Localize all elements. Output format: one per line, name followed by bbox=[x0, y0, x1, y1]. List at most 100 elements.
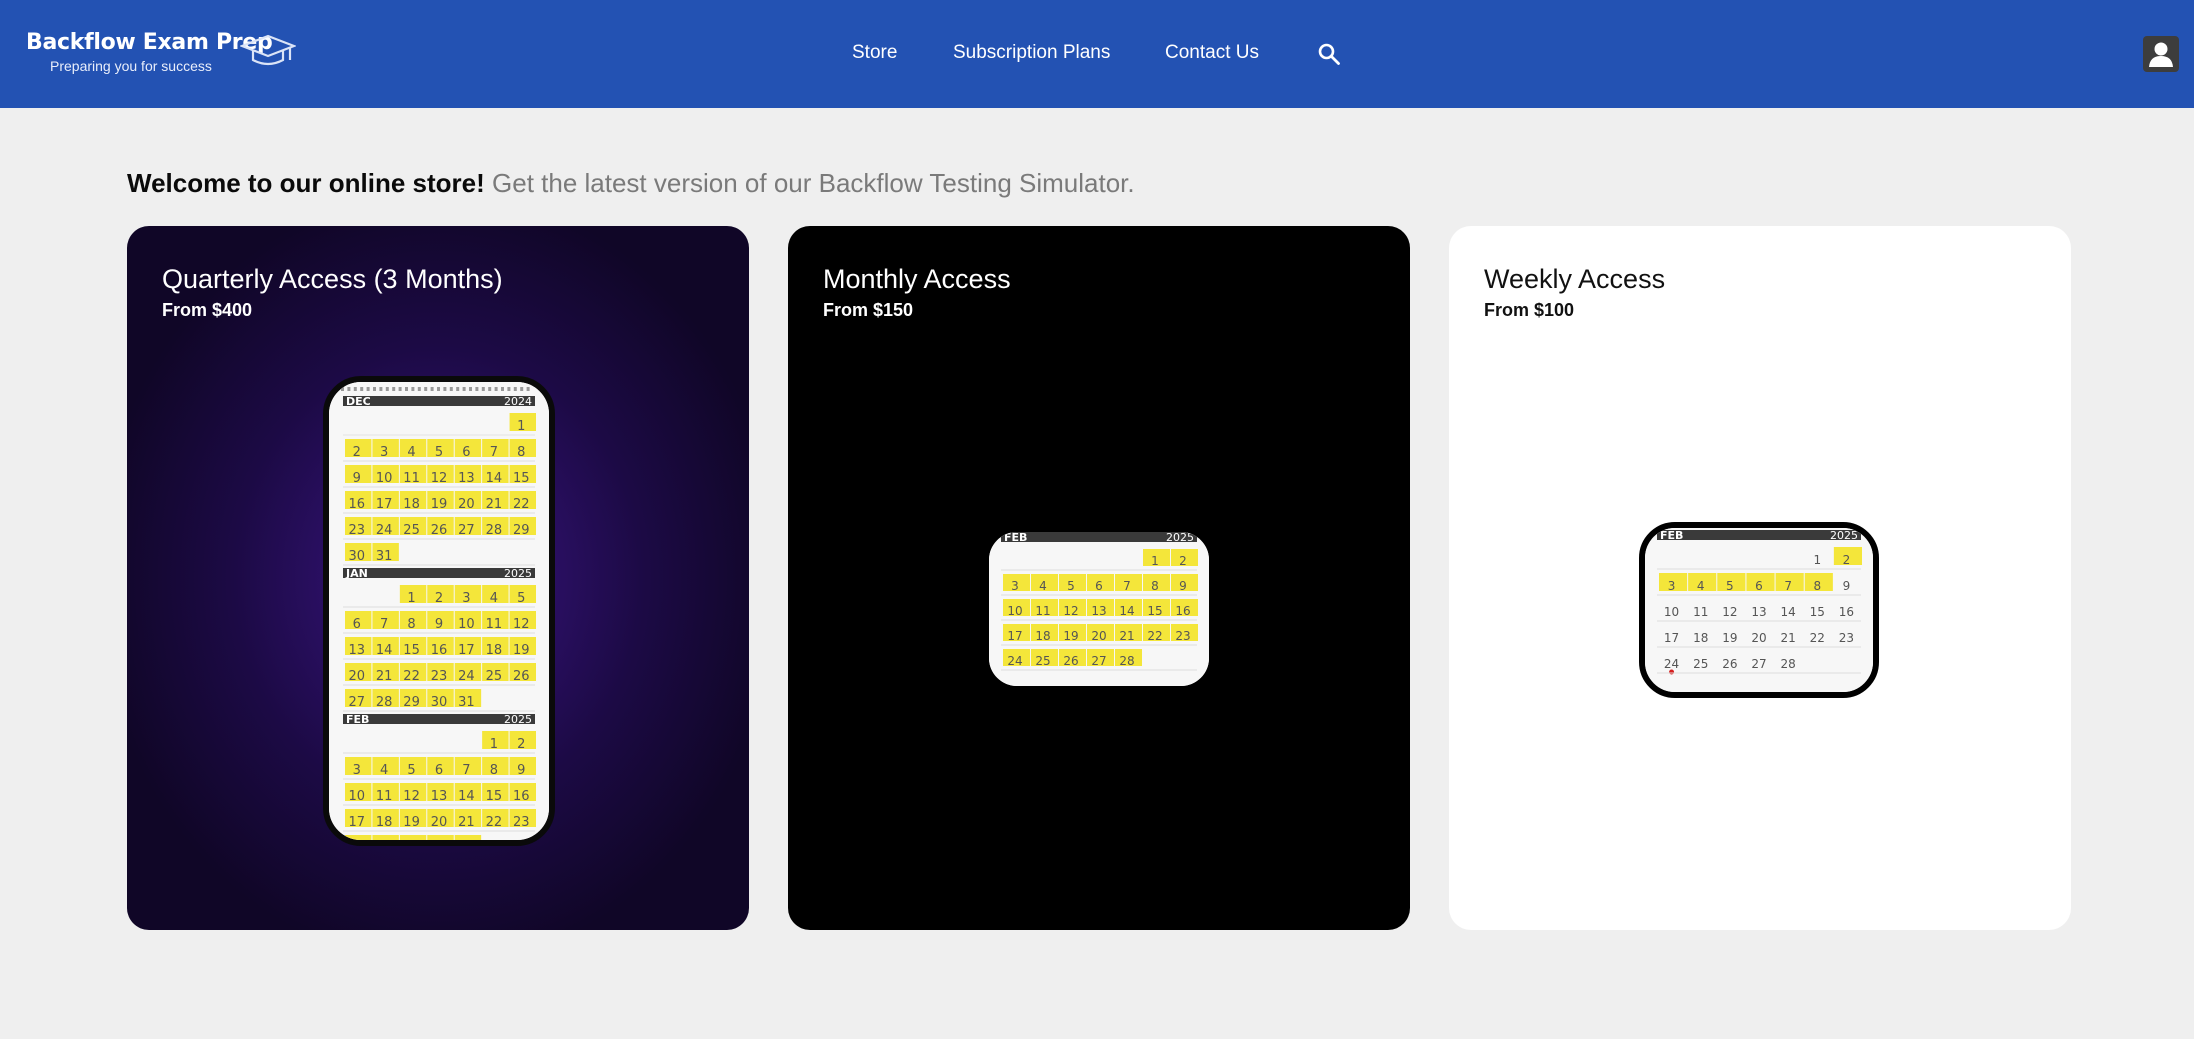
svg-text:17: 17 bbox=[1007, 629, 1022, 643]
svg-text:16: 16 bbox=[348, 497, 365, 512]
svg-text:6: 6 bbox=[1755, 579, 1763, 593]
svg-text:21: 21 bbox=[1119, 629, 1134, 643]
svg-text:24: 24 bbox=[458, 669, 475, 684]
nav-store[interactable]: Store bbox=[852, 42, 897, 64]
svg-text:10: 10 bbox=[348, 789, 365, 804]
svg-text:21: 21 bbox=[376, 669, 393, 684]
svg-text:7: 7 bbox=[1123, 579, 1131, 593]
svg-text:8: 8 bbox=[407, 617, 415, 632]
svg-text:5: 5 bbox=[1067, 579, 1075, 593]
nav-contact-us[interactable]: Contact Us bbox=[1165, 42, 1259, 64]
svg-text:2: 2 bbox=[1843, 553, 1851, 567]
search-icon[interactable] bbox=[1317, 42, 1341, 66]
svg-text:23: 23 bbox=[513, 815, 530, 830]
calendar-image: FEB 20251 23 4 5 6 7 8 910 11 12 13 14 15 1617 18 19 20 21… bbox=[989, 532, 1209, 686]
svg-text:13: 13 bbox=[458, 471, 475, 486]
svg-text:11: 11 bbox=[1035, 604, 1050, 618]
svg-text:22: 22 bbox=[1147, 629, 1162, 643]
calendar-phone-image: DEC 2024 1 2 3 4 5 6 7 8 9 10 11 12 13 14 15 16 17 18 19 20 21… bbox=[323, 376, 555, 846]
svg-text:18: 18 bbox=[403, 497, 420, 512]
svg-text:29: 29 bbox=[513, 523, 530, 538]
calendar-image: DEC 202412 3 4 5 6 7 89 10 11 12 13 14 1516 17 18 19 20 21… bbox=[329, 382, 549, 840]
svg-text:30: 30 bbox=[431, 695, 448, 710]
svg-text:1: 1 bbox=[1151, 554, 1159, 568]
svg-text:27: 27 bbox=[1751, 657, 1766, 671]
svg-text:22: 22 bbox=[403, 669, 420, 684]
svg-text:23: 23 bbox=[1175, 629, 1190, 643]
svg-text:28: 28 bbox=[1781, 657, 1796, 671]
product-card-monthly[interactable]: Monthly Access From $150 FEB 2025 1 2 3 4 5 6 7 8… bbox=[788, 226, 1410, 930]
svg-text:18: 18 bbox=[376, 815, 393, 830]
svg-text:9: 9 bbox=[435, 617, 443, 632]
svg-text:18: 18 bbox=[486, 643, 503, 658]
svg-text:5: 5 bbox=[407, 763, 415, 778]
svg-text:23: 23 bbox=[348, 523, 365, 538]
main-nav: Store Subscription Plans Contact Us bbox=[0, 42, 2194, 66]
svg-text:2024: 2024 bbox=[504, 395, 532, 408]
svg-text:11: 11 bbox=[376, 789, 393, 804]
svg-text:28: 28 bbox=[486, 523, 503, 538]
svg-text:21: 21 bbox=[458, 815, 475, 830]
svg-text:2025: 2025 bbox=[1830, 529, 1858, 542]
calendar-tablet-image: FEB 2025 1 2 3 4 5 6 7 8 9 10 11 12 13 14 15 16 17 18 19 20 21… bbox=[985, 528, 1213, 690]
svg-text:20: 20 bbox=[431, 815, 448, 830]
svg-text:14: 14 bbox=[1119, 604, 1134, 618]
svg-text:13: 13 bbox=[431, 789, 448, 804]
svg-text:1: 1 bbox=[517, 419, 525, 434]
svg-text:FEB: FEB bbox=[346, 713, 369, 726]
svg-text:12: 12 bbox=[1063, 604, 1078, 618]
svg-text:12: 12 bbox=[403, 789, 420, 804]
svg-text:27: 27 bbox=[458, 523, 475, 538]
svg-text:30: 30 bbox=[348, 549, 365, 564]
product-card-weekly[interactable]: Weekly Access From $100 FEB 2025 1 2 3 4 5 6 7 8 9… bbox=[1449, 226, 2071, 930]
svg-text:6: 6 bbox=[462, 445, 470, 460]
svg-text:17: 17 bbox=[458, 643, 475, 658]
svg-text:7: 7 bbox=[380, 617, 388, 632]
svg-text:6: 6 bbox=[435, 763, 443, 778]
svg-text:5: 5 bbox=[1726, 579, 1734, 593]
svg-text:24: 24 bbox=[1664, 657, 1679, 671]
svg-text:21: 21 bbox=[1781, 631, 1796, 645]
svg-text:14: 14 bbox=[458, 789, 475, 804]
svg-text:3: 3 bbox=[1668, 579, 1676, 593]
svg-text:JAN: JAN bbox=[345, 567, 368, 580]
svg-text:19: 19 bbox=[513, 643, 530, 658]
product-card-quarterly[interactable]: Quarterly Access (3 Months) From $400 DE… bbox=[127, 226, 749, 930]
svg-text:2: 2 bbox=[1179, 554, 1187, 568]
svg-text:2: 2 bbox=[353, 445, 361, 460]
svg-text:8: 8 bbox=[517, 445, 525, 460]
svg-text:FEB: FEB bbox=[1660, 529, 1683, 542]
svg-text:27: 27 bbox=[348, 695, 365, 710]
svg-text:9: 9 bbox=[517, 763, 525, 778]
svg-text:26: 26 bbox=[1063, 654, 1078, 668]
calendar-image: FEB 20251 23 4 5 6 7 8 910 11 12 13 14 15 1617 18 19 20 21… bbox=[1645, 528, 1873, 692]
svg-text:6: 6 bbox=[353, 617, 361, 632]
svg-text:22: 22 bbox=[486, 815, 503, 830]
welcome-heading: Welcome to our online store! bbox=[127, 168, 485, 198]
product-title: Weekly Access bbox=[1484, 264, 1666, 294]
svg-text:10: 10 bbox=[1007, 604, 1022, 618]
svg-text:5: 5 bbox=[517, 591, 525, 606]
svg-text:16: 16 bbox=[513, 789, 530, 804]
svg-text:1: 1 bbox=[490, 737, 498, 752]
nav-subscription-plans[interactable]: Subscription Plans bbox=[953, 42, 1110, 64]
site-header: Backflow Exam Prep Preparing you for suc… bbox=[0, 0, 2194, 108]
svg-text:3: 3 bbox=[380, 445, 388, 460]
svg-text:20: 20 bbox=[458, 497, 475, 512]
svg-text:13: 13 bbox=[1091, 604, 1106, 618]
svg-text:19: 19 bbox=[1722, 631, 1737, 645]
svg-text:3: 3 bbox=[353, 763, 361, 778]
svg-text:19: 19 bbox=[431, 497, 448, 512]
svg-text:4: 4 bbox=[380, 763, 388, 778]
svg-text:10: 10 bbox=[1664, 605, 1679, 619]
svg-text:4: 4 bbox=[490, 591, 498, 606]
svg-text:6: 6 bbox=[1095, 579, 1103, 593]
svg-text:25: 25 bbox=[1693, 657, 1708, 671]
svg-text:4: 4 bbox=[407, 445, 415, 460]
user-account-button[interactable] bbox=[2143, 36, 2179, 72]
svg-text:21: 21 bbox=[486, 497, 503, 512]
svg-text:3: 3 bbox=[462, 591, 470, 606]
svg-text:20: 20 bbox=[1091, 629, 1106, 643]
svg-text:31: 31 bbox=[376, 549, 393, 564]
svg-text:20: 20 bbox=[348, 669, 365, 684]
